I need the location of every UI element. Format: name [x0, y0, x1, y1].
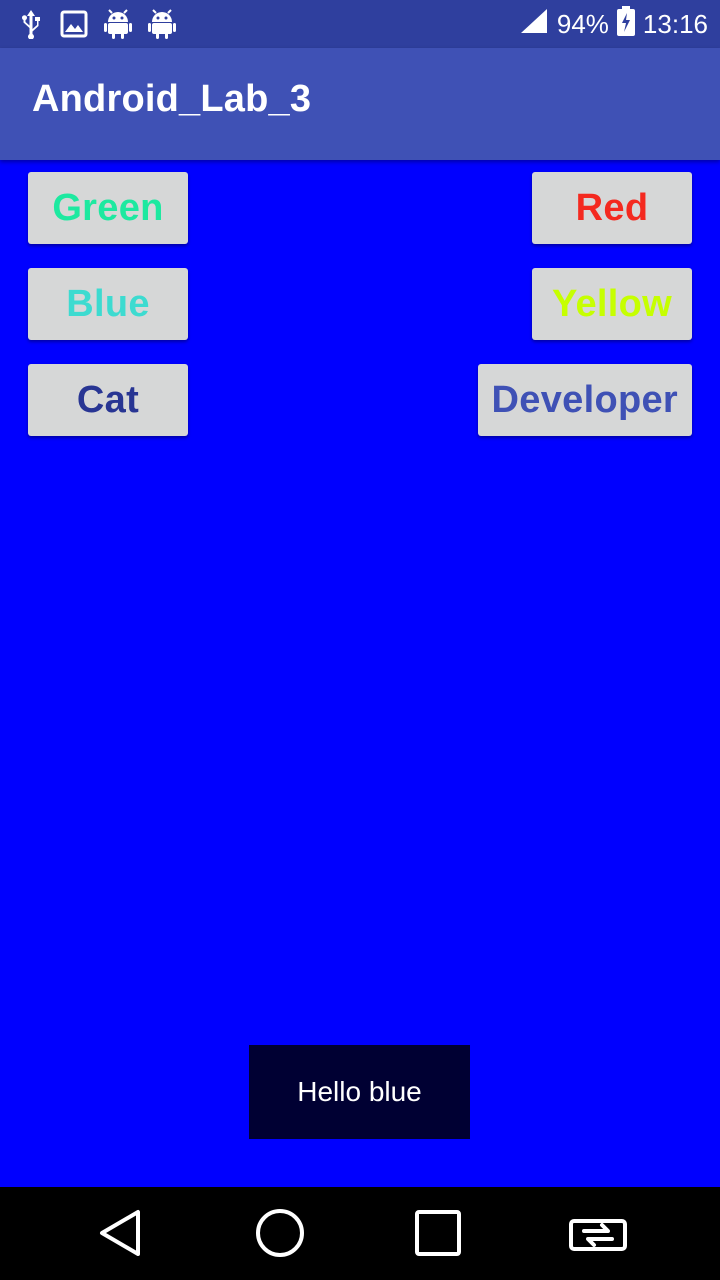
app-title: Android_Lab_3 [32, 78, 312, 120]
signal-icon [519, 7, 549, 42]
home-icon [255, 1208, 305, 1263]
red-button[interactable]: Red [532, 172, 692, 244]
app-bar: Android_Lab_3 [0, 48, 720, 160]
back-icon [98, 1208, 144, 1263]
blue-button[interactable]: Blue [28, 268, 188, 340]
clock: 13:16 [642, 8, 708, 39]
rotate-button[interactable] [568, 1205, 628, 1265]
android-icon [148, 9, 176, 39]
developer-button[interactable]: Developer [477, 364, 692, 436]
system-status: 94% 13:16 [519, 0, 708, 48]
android-icon [104, 9, 132, 39]
status-bar: 94% 13:16 [0, 0, 720, 48]
usb-icon [18, 9, 44, 39]
toast-message: Hello blue [249, 1045, 470, 1139]
yellow-button[interactable]: Yellow [532, 268, 692, 340]
image-icon [60, 10, 88, 38]
recents-icon [413, 1208, 463, 1263]
cat-button[interactable]: Cat [28, 364, 188, 436]
rotate-icon [568, 1213, 628, 1258]
screen: 94% 13:16 Android_Lab_3 Green Red Blue Y… [0, 0, 720, 1280]
navigation-bar [0, 1187, 720, 1280]
battery-percent: 94% [556, 8, 609, 39]
home-button[interactable] [250, 1205, 310, 1265]
green-button[interactable]: Green [28, 172, 188, 244]
battery-charging-icon [616, 5, 635, 43]
notification-icons [18, 8, 176, 40]
back-button[interactable] [91, 1205, 151, 1265]
recents-button[interactable] [408, 1205, 468, 1265]
